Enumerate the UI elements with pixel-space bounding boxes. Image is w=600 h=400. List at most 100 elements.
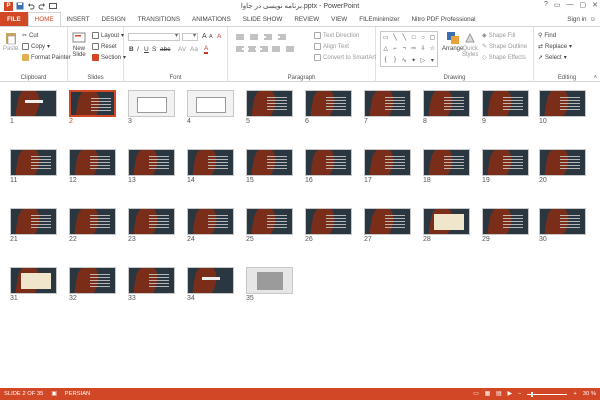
slide-preview[interactable] — [10, 208, 57, 235]
align-text-button[interactable]: Align Text — [314, 43, 349, 50]
layout-button[interactable]: Layout ▾ — [92, 32, 124, 39]
slide-preview[interactable] — [539, 90, 586, 117]
slide-thumbnail[interactable]: 34 — [187, 267, 234, 302]
font-size-combo[interactable] — [182, 32, 198, 41]
italic-button[interactable]: I — [137, 46, 139, 53]
textbox-shape-icon[interactable]: ▭ — [381, 32, 390, 43]
rounded-rectangle-shape-icon[interactable]: ▢ — [428, 32, 437, 43]
slide-preview[interactable] — [482, 149, 529, 176]
shrink-font-button[interactable]: A — [209, 34, 213, 40]
slide-sorter-view-icon[interactable]: ▦ — [485, 391, 490, 397]
slideshow-view-icon[interactable]: ▶ — [508, 391, 512, 397]
smiley-feedback-icon[interactable]: ☺ — [590, 16, 596, 23]
tab-insert[interactable]: INSERT — [61, 12, 96, 26]
slide-preview[interactable] — [364, 90, 411, 117]
arrange-button[interactable]: Arrange — [442, 31, 463, 52]
slide-thumbnail[interactable]: 2 — [69, 90, 116, 125]
tab-design[interactable]: DESIGN — [96, 12, 132, 26]
slide-preview[interactable] — [128, 149, 175, 176]
slide-thumbnail[interactable]: 25 — [246, 208, 293, 243]
redo-icon[interactable] — [38, 2, 46, 10]
slide-thumbnail[interactable]: 18 — [423, 149, 470, 184]
slide-thumbnail[interactable]: 7 — [364, 90, 411, 125]
slide-preview[interactable] — [482, 208, 529, 235]
tab-slide-show[interactable]: SLIDE SHOW — [237, 12, 289, 26]
paragraph-format-icons[interactable] — [234, 33, 312, 55]
slide-thumbnail[interactable]: 8 — [423, 90, 470, 125]
shape-fill-button[interactable]: ◆ Shape Fill — [482, 32, 515, 40]
underline-button[interactable]: U — [144, 46, 149, 53]
zoom-out-icon[interactable]: − — [518, 391, 521, 397]
strikethrough-button[interactable]: abc — [160, 46, 170, 53]
slide-thumbnail[interactable]: 9 — [482, 90, 529, 125]
slide-thumbnail[interactable]: 1 — [10, 90, 57, 125]
cut-button[interactable]: ✂ Cut — [22, 32, 38, 40]
slide-preview[interactable] — [128, 267, 175, 294]
zoom-slider-knob[interactable] — [531, 391, 534, 397]
tab-fileminimizer[interactable]: FILEminimizer — [353, 12, 405, 26]
slide-preview[interactable] — [246, 208, 293, 235]
slide-thumbnail[interactable]: 31 — [10, 267, 57, 302]
tab-view[interactable]: VIEW — [325, 12, 353, 26]
normal-view-icon[interactable]: ▭ — [473, 391, 478, 397]
tab-transitions[interactable]: TRANSITIONS — [132, 12, 186, 26]
close-icon[interactable]: ✕ — [592, 1, 598, 9]
slide-preview[interactable] — [187, 208, 234, 235]
slide-preview[interactable] — [423, 149, 470, 176]
slide-thumbnail[interactable]: 26 — [305, 208, 352, 243]
slide-thumbnail[interactable]: 22 — [69, 208, 116, 243]
slide-thumbnail[interactable]: 12 — [69, 149, 116, 184]
zoom-in-icon[interactable]: + — [573, 391, 576, 397]
slide-thumbnail[interactable]: 4 — [187, 90, 234, 125]
zoom-level[interactable]: 30 % — [583, 391, 596, 397]
slide-thumbnail[interactable]: 3 — [128, 90, 175, 125]
slide-preview[interactable] — [423, 208, 470, 235]
slide-thumbnail[interactable]: 20 — [539, 149, 586, 184]
more-shapes-icon[interactable]: ▾ — [428, 55, 437, 66]
slide-thumbnail[interactable]: 23 — [128, 208, 175, 243]
line-shape-icon[interactable]: ╲ — [390, 32, 399, 43]
slide-preview[interactable] — [305, 208, 352, 235]
format-painter-button[interactable]: Format Painter — [22, 54, 71, 61]
tab-home[interactable]: HOME — [27, 12, 61, 26]
shape-outline-button[interactable]: ✎ Shape Outline — [482, 43, 527, 51]
tab-review[interactable]: REVIEW — [288, 12, 325, 26]
collapse-ribbon-icon[interactable]: ˄ — [593, 75, 597, 81]
brace-shape-icon[interactable]: } — [390, 55, 399, 66]
proofing-icon[interactable]: ▣ — [51, 391, 56, 397]
grow-font-button[interactable]: A — [202, 33, 207, 40]
slide-preview[interactable] — [187, 90, 234, 117]
tab-nitro-pdf[interactable]: Nitro PDF Professional — [406, 12, 482, 26]
quick-styles-button[interactable]: Quick Styles — [462, 31, 478, 58]
slide-thumbnail[interactable]: 28 — [423, 208, 470, 243]
slide-thumbnail[interactable]: 29 — [482, 208, 529, 243]
change-case-icon[interactable]: Aa — [190, 46, 198, 53]
slide-preview[interactable] — [69, 267, 116, 294]
paste-button[interactable]: Paste — [3, 31, 18, 52]
slide-preview[interactable] — [69, 90, 116, 117]
star-shape-icon[interactable]: ☆ — [428, 43, 437, 54]
slide-thumbnail[interactable]: 33 — [128, 267, 175, 302]
slide-thumbnail[interactable]: 35 — [246, 267, 293, 302]
text-shadow-button[interactable]: S — [152, 46, 156, 53]
slide-preview[interactable] — [305, 149, 352, 176]
help-icon[interactable]: ? — [544, 1, 548, 9]
reading-view-icon[interactable]: ▤ — [496, 391, 501, 397]
oval-shape-icon[interactable]: ○ — [418, 32, 427, 43]
rectangle-shape-icon[interactable]: □ — [409, 32, 418, 43]
slide-preview[interactable] — [10, 90, 57, 117]
slide-preview[interactable] — [128, 90, 175, 117]
star-shape-icon[interactable]: ✦ — [409, 55, 418, 66]
slide-preview[interactable] — [10, 267, 57, 294]
font-color-icon[interactable]: A — [204, 45, 209, 54]
elbow-connector-shape-icon[interactable]: ¬ — [400, 43, 409, 54]
triangle-shape-icon[interactable]: ▷ — [418, 55, 427, 66]
minimize-icon[interactable]: — — [567, 1, 574, 9]
find-button[interactable]: ⚲ Find — [538, 32, 556, 40]
section-button[interactable]: Section ▾ — [92, 54, 126, 61]
slide-preview[interactable] — [423, 90, 470, 117]
convert-smartart-button[interactable]: Convert to SmartArt — [314, 54, 376, 61]
slide-preview[interactable] — [10, 149, 57, 176]
brace-shape-icon[interactable]: { — [381, 55, 390, 66]
font-name-combo[interactable] — [128, 32, 180, 41]
